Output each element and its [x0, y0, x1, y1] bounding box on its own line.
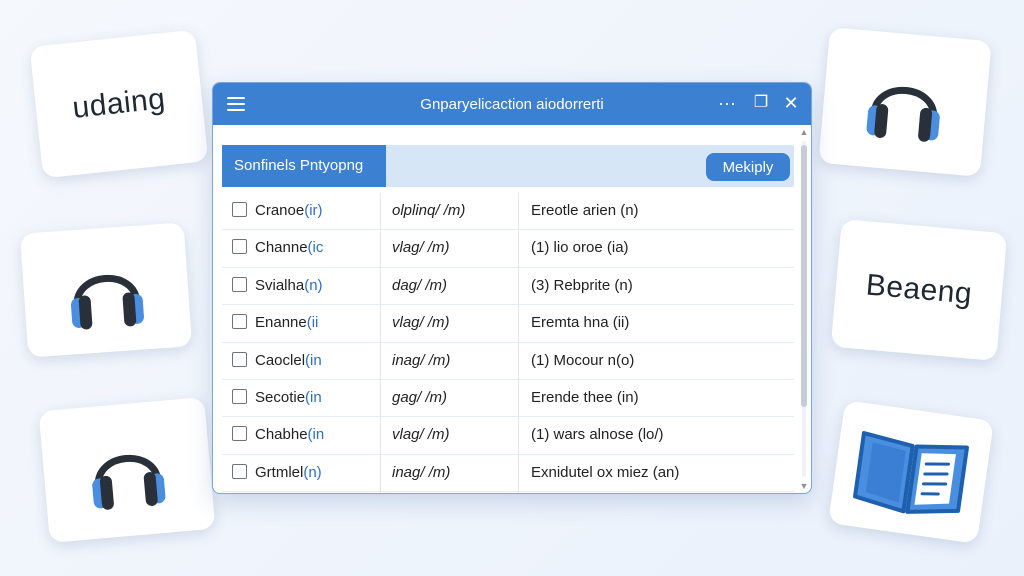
- headphones-icon: [866, 87, 940, 142]
- flashcard-headphones-right-top: [818, 27, 992, 177]
- definition-cell: Exnidutel ox miez (an): [531, 463, 680, 481]
- pronunciation-cell: dag/ /m): [392, 276, 448, 294]
- table-row[interactable]: Enanne(ii vlag/ /m) Eremta hna (ii): [222, 305, 794, 343]
- definition-cell: (1) lio oroe (ia): [531, 239, 629, 257]
- table-row[interactable]: Svialha(n) dag/ /m) (3) Rebprite (n): [222, 268, 794, 306]
- multiply-button[interactable]: Mekiply: [706, 153, 790, 181]
- pronunciation-cell: gag/ /m): [392, 388, 448, 406]
- flashcard-beaeng: Beaeng: [830, 219, 1008, 361]
- definition-cell: Ereotle arien (n): [531, 202, 639, 219]
- row-checkbox[interactable]: [232, 351, 247, 367]
- term-text: Cranoe: [255, 202, 305, 219]
- scroll-thumb[interactable]: [801, 145, 807, 407]
- term-suffix: (in: [305, 351, 322, 369]
- headphones-icon: [92, 455, 166, 510]
- term-cell: Channe(ic: [232, 230, 377, 266]
- table-row[interactable]: Cneole(n) clag/ /m) (1) k: [222, 492, 794, 493]
- hamburger-menu-icon[interactable]: [227, 97, 245, 111]
- term-suffix: (in: [307, 426, 325, 444]
- term-text: Caoclel: [255, 351, 306, 369]
- card-word: udaing: [70, 82, 167, 125]
- flashcard-udaing: udaing: [29, 29, 209, 179]
- minimize-button[interactable]: ···: [717, 93, 737, 113]
- term-text: Enanne: [255, 314, 307, 332]
- flashcard-headphones-left-bottom: [38, 397, 216, 543]
- term-suffix: (ir): [304, 202, 323, 219]
- term-suffix: (ii: [306, 314, 319, 332]
- term-text: Chabhe: [255, 426, 308, 444]
- table-row[interactable]: Secotie(in gag/ /m) Erende thee (in): [222, 380, 794, 418]
- row-checkbox[interactable]: [232, 202, 247, 218]
- term-cell: Secotie(in: [232, 380, 377, 416]
- term-suffix: (in: [305, 388, 322, 406]
- term-text: Secotie: [255, 388, 306, 406]
- pronunciation-cell: inag/ /m): [392, 351, 451, 369]
- row-checkbox[interactable]: [232, 388, 247, 404]
- title-bar: Gnparyelicaction aiodorrerti ··· ❐ ✕: [213, 83, 811, 125]
- term-text: Svialha: [255, 276, 305, 294]
- close-button[interactable]: ✕: [781, 93, 801, 113]
- pronunciation-cell: inag/ /m): [392, 463, 451, 481]
- term-cell: Enanne(ii: [232, 305, 377, 341]
- definition-cell: (1) k: [531, 492, 791, 493]
- pronunciation-cell: vlag/ /m): [392, 239, 450, 257]
- app-window: Gnparyelicaction aiodorrerti ··· ❐ ✕ Son…: [212, 82, 812, 494]
- table-row[interactable]: Caoclel(in inag/ /m) (1) Mocour n(o): [222, 343, 794, 380]
- toolbar: Sonfinels Pntyopng Mekiply: [222, 145, 794, 187]
- definition-cell: (1) Mocour n(o): [531, 351, 635, 369]
- card-word: Beaeng: [864, 268, 974, 311]
- term-suffix: (ic: [307, 239, 324, 257]
- term-text: Channe: [255, 239, 308, 257]
- term-cell: Svialha(n): [232, 268, 377, 304]
- table-row[interactable]: Channe(ic vlag/ /m) (1) lio oroe (ia): [222, 230, 794, 268]
- definition-cell: (1) wars alnose (lo/): [531, 426, 664, 444]
- term-cell: Cranoe(ir): [232, 193, 377, 229]
- definition-cell: Erende thee (in): [531, 388, 639, 406]
- term-cell: Grtmlel(n): [232, 455, 377, 491]
- word-table: Cranoe(ir) olplinq/ /m) Ereotle arien (n) C…: [222, 193, 794, 493]
- row-checkbox[interactable]: [232, 463, 247, 479]
- term-cell: Cneole(n): [232, 492, 377, 493]
- term-suffix: (n): [303, 463, 322, 481]
- open-book-icon: [853, 431, 969, 514]
- row-checkbox[interactable]: [232, 426, 247, 442]
- pronunciation-cell: vlag/ /m): [392, 426, 450, 444]
- term-cell: Chabhe(in: [232, 417, 377, 453]
- term-suffix: (n): [304, 276, 323, 294]
- pronunciation-cell: vlag/ /m): [392, 314, 450, 332]
- pronunciation-cell: olplinq/ /m): [392, 202, 466, 219]
- scroll-up-arrow-icon[interactable]: ▲: [799, 127, 809, 137]
- table-row[interactable]: Cranoe(ir) olplinq/ /m) Ereotle arien (n): [222, 193, 794, 231]
- term-cell: Caoclel(in: [232, 343, 377, 379]
- flashcard-book: [828, 400, 994, 544]
- definition-cell: (3) Rebprite (n): [531, 276, 633, 294]
- row-checkbox[interactable]: [232, 314, 247, 330]
- definition-cell: Eremta hna (ii): [531, 314, 630, 332]
- maximize-button[interactable]: ❐: [751, 93, 771, 113]
- row-checkbox[interactable]: [232, 276, 247, 292]
- scroll-down-arrow-icon[interactable]: ▼: [799, 481, 809, 491]
- table-row[interactable]: Chabhe(in vlag/ /m) (1) wars alnose (lo/): [222, 417, 794, 455]
- tab-active[interactable]: Sonfinels Pntyopng: [222, 145, 386, 187]
- row-checkbox[interactable]: [232, 239, 247, 255]
- table-row[interactable]: Grtmlel(n) inag/ /m) Exnidutel ox miez (an…: [222, 455, 794, 493]
- pronunciation-cell: clag/ /m): [392, 492, 517, 493]
- flashcard-headphones-left-mid: [19, 222, 193, 358]
- headphones-icon: [70, 275, 144, 330]
- vertical-scrollbar[interactable]: ▲ ▼: [799, 127, 809, 491]
- term-text: Grtmlel: [255, 463, 304, 481]
